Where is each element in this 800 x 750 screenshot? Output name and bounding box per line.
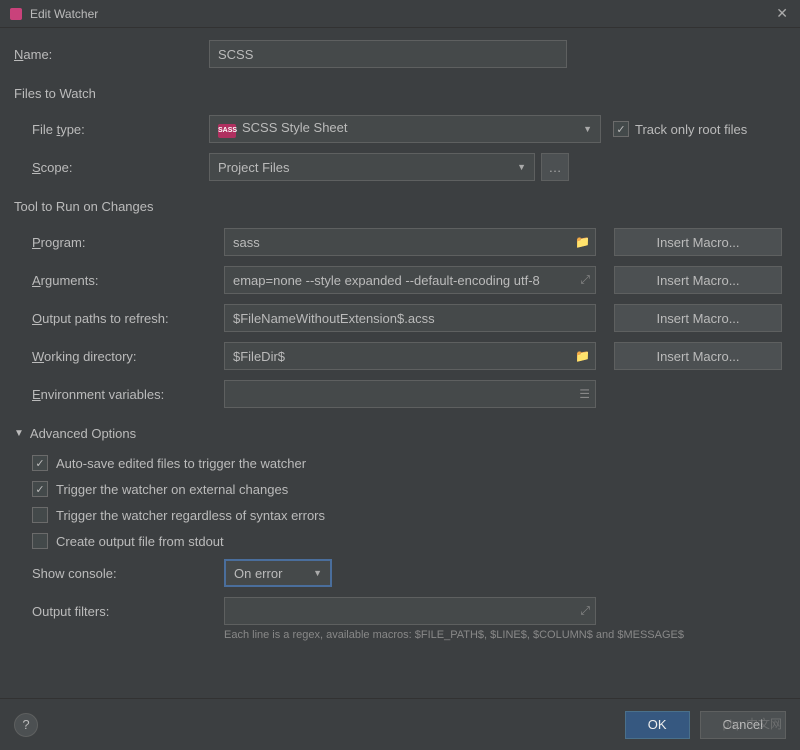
name-label: Name: (14, 47, 209, 62)
scope-row: Scope: Project Files ▼ … (14, 153, 786, 181)
ok-button[interactable]: OK (625, 711, 690, 739)
track-only-root-checkbox[interactable]: Track only root files (613, 121, 747, 137)
env-vars-row: Environment variables: ☰ (14, 380, 786, 408)
arguments-label: Arguments: (14, 273, 224, 288)
arguments-row: Arguments: ⤢ Insert Macro... (14, 266, 786, 294)
titlebar: Edit Watcher ✕ (0, 0, 800, 28)
filetype-dropdown[interactable]: SASSSCSS Style Sheet ▼ (209, 115, 601, 143)
checkbox-icon (32, 481, 48, 497)
chevron-down-icon: ▼ (517, 162, 526, 172)
close-icon[interactable]: ✕ (772, 3, 792, 24)
show-console-label: Show console: (14, 566, 224, 581)
output-filters-label: Output filters: (14, 604, 224, 619)
working-dir-label: Working directory: (14, 349, 224, 364)
working-dir-row: Working directory: 📁 Insert Macro... (14, 342, 786, 370)
name-input[interactable] (209, 40, 567, 68)
output-stdout-label: Create output file from stdout (56, 534, 224, 549)
expand-icon[interactable]: ⤢ (580, 273, 590, 288)
regardless-syntax-checkbox[interactable]: Trigger the watcher regardless of syntax… (14, 507, 786, 523)
scope-label: Scope: (14, 160, 209, 175)
chevron-down-icon: ▼ (313, 568, 322, 578)
output-stdout-checkbox[interactable]: Create output file from stdout (14, 533, 786, 549)
chevron-down-icon: ▼ (583, 124, 592, 134)
env-vars-input[interactable] (224, 380, 596, 408)
edit-watcher-dialog: Edit Watcher ✕ Name: Files to Watch File… (0, 0, 800, 750)
output-filters-hint: Each line is a regex, available macros: … (224, 629, 786, 641)
trigger-external-label: Trigger the watcher on external changes (56, 482, 288, 497)
checkbox-icon (32, 455, 48, 471)
dialog-content: Name: Files to Watch File type: SASSSCSS… (0, 28, 800, 698)
output-filters-row: Output filters: ⤢ (14, 597, 786, 625)
insert-macro-button[interactable]: Insert Macro... (614, 228, 782, 256)
folder-icon[interactable]: 📁 (575, 235, 590, 249)
program-label: Program: (14, 235, 224, 250)
insert-macro-button[interactable]: Insert Macro... (614, 342, 782, 370)
list-icon[interactable]: ☰ (579, 387, 590, 401)
auto-save-checkbox[interactable]: Auto-save edited files to trigger the wa… (14, 455, 786, 471)
checkbox-icon (613, 121, 629, 137)
watermark: php 中文网 (723, 715, 782, 732)
section-files-to-watch: Files to Watch (14, 86, 786, 101)
regardless-syntax-label: Trigger the watcher regardless of syntax… (56, 508, 325, 523)
expand-icon[interactable]: ⤢ (580, 604, 590, 619)
output-paths-row: Output paths to refresh: Insert Macro... (14, 304, 786, 332)
arguments-input[interactable] (224, 266, 596, 294)
button-bar: ? OK Cancel (0, 698, 800, 750)
working-dir-input[interactable] (224, 342, 596, 370)
dialog-title: Edit Watcher (30, 7, 772, 21)
output-paths-label: Output paths to refresh: (14, 311, 224, 326)
filetype-row: File type: SASSSCSS Style Sheet ▼ Track … (14, 115, 786, 143)
show-console-row: Show console: On error ▼ (14, 559, 786, 587)
show-console-dropdown[interactable]: On error ▼ (224, 559, 332, 587)
checkbox-icon (32, 533, 48, 549)
section-tool-to-run: Tool to Run on Changes (14, 199, 786, 214)
sass-icon: SASS (218, 124, 236, 138)
checkbox-icon (32, 507, 48, 523)
chevron-down-icon: ▼ (14, 428, 24, 439)
folder-icon[interactable]: 📁 (575, 349, 590, 363)
program-input[interactable] (224, 228, 596, 256)
insert-macro-button[interactable]: Insert Macro... (614, 304, 782, 332)
insert-macro-button[interactable]: Insert Macro... (614, 266, 782, 294)
trigger-external-checkbox[interactable]: Trigger the watcher on external changes (14, 481, 786, 497)
help-button[interactable]: ? (14, 713, 38, 737)
program-row: Program: 📁 Insert Macro... (14, 228, 786, 256)
auto-save-label: Auto-save edited files to trigger the wa… (56, 456, 306, 471)
name-row: Name: (14, 40, 786, 68)
app-icon (8, 6, 24, 22)
section-advanced-options[interactable]: ▼ Advanced Options (14, 426, 786, 441)
scope-ellipsis-button[interactable]: … (541, 153, 569, 181)
filetype-label: File type: (14, 122, 209, 137)
output-filters-input[interactable] (224, 597, 596, 625)
track-only-root-label: Track only root files (635, 122, 747, 137)
output-paths-input[interactable] (224, 304, 596, 332)
scope-dropdown[interactable]: Project Files ▼ (209, 153, 535, 181)
env-vars-label: Environment variables: (14, 387, 224, 402)
